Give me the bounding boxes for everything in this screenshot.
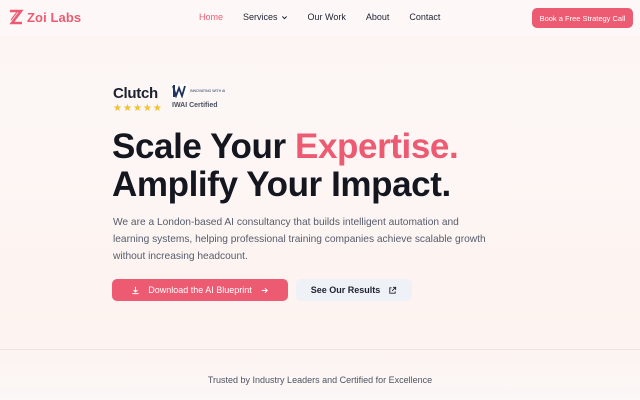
nav-item-about[interactable]: About: [366, 12, 390, 22]
iwai-badge: INNOVATING WITH AI IWAI Certified: [172, 84, 225, 109]
nav-item-home[interactable]: Home: [199, 12, 223, 22]
arrow-right-icon: [261, 287, 268, 293]
brand-logo[interactable]: Zoi Labs: [8, 9, 81, 25]
hero-headline: Scale Your Expertise. Amplify Your Impac…: [112, 127, 459, 204]
headline-accent: Expertise.: [295, 127, 459, 166]
hero-description: We are a London-based AI consultancy tha…: [113, 217, 486, 262]
star-icon: ★: [132, 103, 142, 114]
nav-item-services-label: Services: [243, 12, 278, 22]
star-icon: ★: [122, 103, 132, 114]
rating-stars: ★ ★ ★ ★ ★: [113, 104, 163, 114]
iwai-logo-text: INNOVATING WITH AI: [190, 89, 226, 93]
iwai-certified-label: IWAI Certified: [172, 102, 218, 109]
download-blueprint-button[interactable]: Download the AI Blueprint: [112, 279, 288, 301]
iwai-logo: INNOVATING WITH AI: [172, 84, 225, 98]
external-link-icon: [389, 286, 397, 294]
section-divider: [0, 349, 640, 350]
nav-item-services[interactable]: Services: [243, 12, 288, 22]
top-navigation: Zoi Labs Home Services Our Work About Co…: [0, 0, 640, 36]
clutch-badge: Clutch ★ ★ ★ ★ ★: [113, 85, 163, 114]
headline-line-1: Scale Your Expertise.: [112, 127, 459, 166]
star-icon: ★: [113, 103, 122, 114]
trusted-by-text: Trusted by Industry Leaders and Certifie…: [207, 375, 433, 385]
clutch-logo: Clutch: [113, 85, 158, 102]
see-results-button[interactable]: See Our Results: [296, 279, 412, 301]
chevron-down-icon: [281, 15, 287, 19]
nav-links: Home Services Our Work About Contact: [199, 12, 460, 22]
download-blueprint-label: Download the AI Blueprint: [148, 285, 252, 295]
logo-mark-icon: [9, 9, 24, 25]
brand-name: Zoi Labs: [27, 9, 82, 25]
headline-prefix: Scale Your: [112, 127, 296, 166]
star-icon: ★: [142, 103, 152, 114]
page: Zoi Labs Home Services Our Work About Co…: [0, 0, 640, 400]
nav-item-our-work[interactable]: Our Work: [308, 12, 346, 22]
book-strategy-call-button[interactable]: Book a Free Strategy Call: [532, 8, 633, 28]
iwai-mark-icon: [172, 84, 188, 98]
see-results-label: See Our Results: [310, 285, 381, 295]
download-icon: [132, 286, 139, 294]
nav-item-contact[interactable]: Contact: [409, 12, 440, 22]
headline-line-2: Amplify Your Impact.: [112, 165, 451, 204]
star-icon: ★: [152, 103, 162, 114]
